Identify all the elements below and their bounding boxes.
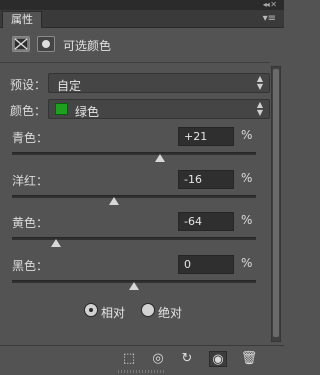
percent-unit: % bbox=[241, 256, 253, 270]
percent-unit: % bbox=[241, 171, 253, 185]
panel-scrollbar[interactable] bbox=[271, 66, 281, 342]
yellow-value-field[interactable]: -64 bbox=[178, 212, 234, 231]
scrollbar-thumb[interactable] bbox=[273, 69, 279, 337]
layer-mask-icon[interactable] bbox=[37, 36, 55, 52]
bottom-toolbar: ⬚ ◎ ↻ ◉ 🗑 bbox=[0, 345, 284, 371]
slider-label: 洋红： bbox=[12, 174, 49, 188]
cyan-value-field[interactable]: +21 bbox=[178, 127, 234, 146]
slider-black: 黑色： 0 % bbox=[12, 255, 260, 299]
slider-yellow: 黄色： -64 % bbox=[12, 212, 260, 256]
panel-menu-icon[interactable]: ▾≡ bbox=[263, 13, 276, 25]
colors-row: 颜色： 绿色 ▲ ▼ bbox=[10, 99, 270, 119]
resize-grip[interactable] bbox=[118, 370, 164, 373]
preset-label: 预设： bbox=[10, 78, 47, 92]
colors-dropdown[interactable]: 绿色 ▲ ▼ bbox=[48, 99, 270, 119]
slider-value: -64 bbox=[184, 215, 202, 228]
colors-value: 绿色 bbox=[75, 105, 100, 119]
slider-thumb[interactable] bbox=[109, 197, 120, 205]
adjustment-header: 可选颜色 bbox=[0, 28, 284, 62]
slider-label: 黑色： bbox=[12, 259, 49, 273]
panel-tab-bar: 属性 ▾≡ bbox=[0, 10, 284, 28]
slider-label: 黄色： bbox=[12, 216, 49, 230]
header-divider bbox=[0, 62, 270, 63]
slider-track[interactable] bbox=[12, 152, 256, 155]
slider-thumb[interactable] bbox=[50, 239, 61, 247]
black-value-field[interactable]: 0 bbox=[178, 255, 234, 274]
percent-unit: % bbox=[241, 213, 253, 227]
method-radio-group: 相对 绝对 bbox=[0, 302, 270, 320]
tab-properties[interactable]: 属性 bbox=[2, 11, 42, 28]
slider-thumb[interactable] bbox=[154, 154, 165, 162]
slider-track[interactable] bbox=[12, 237, 256, 240]
preset-row: 预设： 自定 ▲ ▼ bbox=[10, 73, 270, 93]
radio-relative-label[interactable]: 相对 bbox=[101, 304, 125, 321]
radio-selected-dot bbox=[89, 308, 93, 312]
preset-dropdown[interactable]: 自定 ▲ ▼ bbox=[48, 73, 270, 93]
reset-icon[interactable]: ↻ bbox=[178, 351, 196, 367]
slider-thumb[interactable] bbox=[129, 282, 139, 290]
trash-icon[interactable]: 🗑 bbox=[240, 351, 258, 367]
adjustment-layer-icon[interactable] bbox=[12, 36, 30, 52]
colors-label: 颜色： bbox=[10, 104, 47, 118]
radio-relative[interactable] bbox=[84, 303, 98, 317]
slider-cyan: 青色： +21 % bbox=[12, 127, 260, 171]
visibility-eye-icon[interactable]: ◉ bbox=[209, 351, 227, 367]
view-previous-state-icon[interactable]: ◎ bbox=[149, 351, 167, 367]
percent-unit: % bbox=[241, 128, 253, 142]
dropdown-arrows-icon: ▲ ▼ bbox=[256, 100, 263, 117]
radio-absolute-label[interactable]: 绝对 bbox=[158, 304, 182, 321]
slider-track[interactable] bbox=[12, 195, 256, 198]
clip-to-layer-icon[interactable]: ⬚ bbox=[120, 351, 138, 367]
radio-absolute[interactable] bbox=[141, 303, 155, 317]
slider-value: 0 bbox=[184, 258, 191, 271]
collapse-close-controls[interactable]: ◂◂ ✕ bbox=[263, 0, 277, 10]
slider-magenta: 洋红： -16 % bbox=[12, 170, 260, 214]
slider-value: +21 bbox=[184, 130, 208, 143]
slider-value: -16 bbox=[184, 173, 202, 186]
panel-top-strip: ◂◂ ✕ bbox=[0, 0, 284, 10]
color-swatch bbox=[55, 103, 68, 115]
adjustment-title: 可选颜色 bbox=[63, 39, 112, 53]
slider-label: 青色： bbox=[12, 131, 49, 145]
dropdown-arrows-icon: ▲ ▼ bbox=[256, 74, 263, 91]
magenta-value-field[interactable]: -16 bbox=[178, 170, 234, 189]
mask-dot bbox=[42, 40, 50, 48]
preset-value: 自定 bbox=[57, 79, 82, 93]
